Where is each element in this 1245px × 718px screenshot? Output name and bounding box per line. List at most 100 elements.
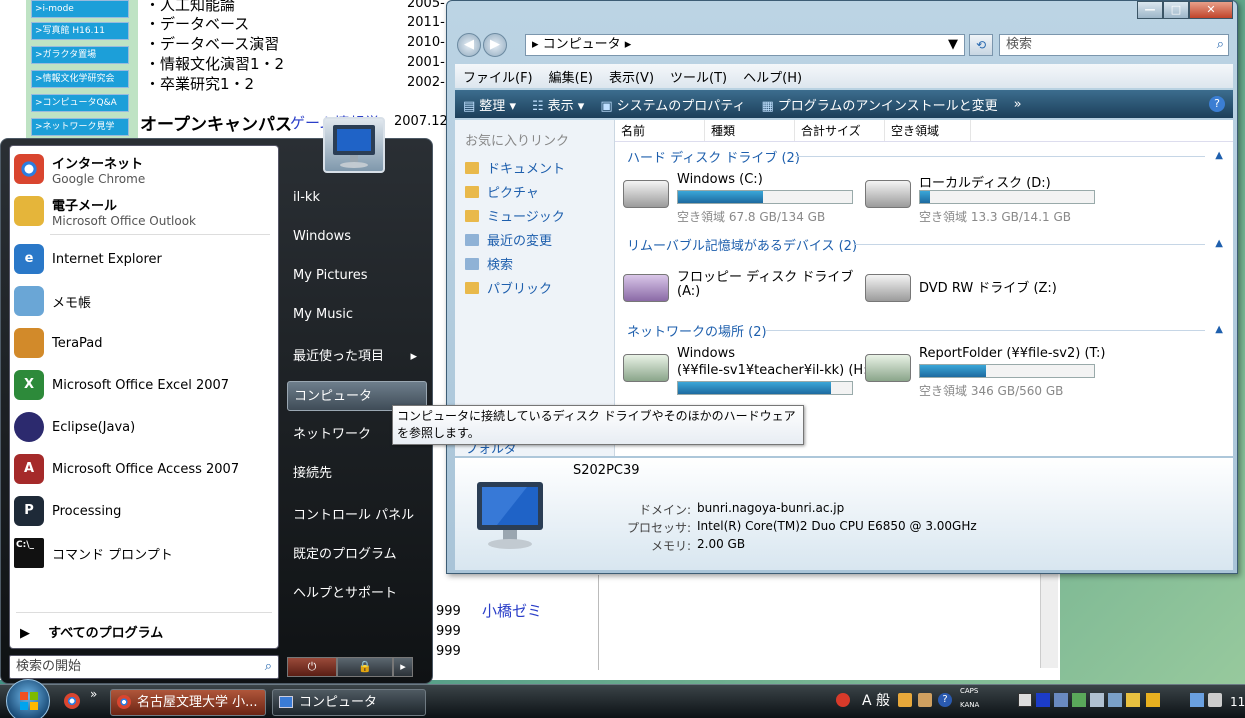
clock[interactable]: 11: [1230, 695, 1245, 709]
bg-seminar-link[interactable]: 小橋ゼミ: [482, 600, 542, 621]
system-properties-button[interactable]: ▣ システムのプロパティ: [592, 95, 753, 114]
power-button[interactable]: ⏻: [287, 657, 337, 677]
start-search-input[interactable]: 検索の開始 ⌕: [9, 655, 279, 679]
collapse-icon[interactable]: ▲: [1215, 324, 1223, 335]
pinned-email[interactable]: 電子メール Microsoft Office Outlook: [14, 192, 274, 230]
tray-network-icon[interactable]: [1054, 693, 1068, 707]
drive-c[interactable]: Windows (C:) 空き領域 67.8 GB/134 GB: [623, 172, 863, 226]
column-free-space[interactable]: 空き領域: [885, 120, 971, 141]
network-status-icon[interactable]: [1190, 693, 1204, 707]
caps-indicator: CAPS: [960, 687, 979, 695]
drive-t[interactable]: ReportFolder (¥¥file-sv2) (T:) 空き領域 346 …: [865, 346, 1105, 400]
column-name[interactable]: 名前: [615, 120, 705, 141]
bg-nav-link[interactable]: >写真館 H16.11: [31, 22, 129, 40]
forward-button[interactable]: ▶: [483, 33, 507, 57]
start-right-windows[interactable]: Windows: [287, 222, 427, 252]
shutdown-options-button[interactable]: ▸: [393, 657, 413, 677]
drive-d[interactable]: ローカルディスク (D:) 空き領域 13.3 GB/14.1 GB: [865, 172, 1105, 226]
start-right-control-panel[interactable]: コントロール パネル: [287, 501, 427, 531]
chrome-quicklaunch-icon[interactable]: [64, 693, 80, 709]
taskbar-button-browser[interactable]: 名古屋文理大学 小...: [110, 689, 266, 716]
bg-nav-link[interactable]: >ネットワーク見学: [31, 118, 129, 136]
menu-help[interactable]: ヘルプ(H): [735, 67, 810, 86]
ime-mode[interactable]: A 般: [862, 690, 890, 710]
organize-button[interactable]: ▤ 整理 ▾: [455, 95, 524, 114]
bg-nav-link[interactable]: >i-mode: [31, 0, 129, 18]
recent-program[interactable]: P Processing: [14, 492, 274, 530]
collapse-icon[interactable]: ▲: [1215, 150, 1223, 161]
close-button[interactable]: ✕: [1189, 1, 1233, 19]
tray-security-icon[interactable]: [1072, 693, 1086, 707]
favorite-music[interactable]: ミュージック: [465, 206, 565, 225]
volume-icon[interactable]: [1208, 693, 1222, 707]
drive-h[interactable]: Windows (¥¥file-sv1¥teacher¥il-kk) (H:): [623, 346, 873, 400]
recent-program[interactable]: X Microsoft Office Excel 2007: [14, 366, 274, 404]
ime-tool-icon[interactable]: [918, 693, 932, 707]
search-icon[interactable]: ⌕: [1217, 35, 1224, 55]
search-placeholder: 検索: [1006, 37, 1033, 52]
refresh-button[interactable]: ⟲: [969, 34, 993, 56]
language-bar-icon[interactable]: [836, 693, 850, 707]
drive-a[interactable]: フロッピー ディスク ドライブ (A:): [623, 266, 863, 312]
bg-nav-link[interactable]: >情報文化学研究会: [31, 70, 129, 88]
breadcrumb[interactable]: ▸ コンピュータ ▸: [532, 37, 631, 52]
help-icon[interactable]: ?: [1209, 96, 1225, 112]
recent-program[interactable]: Eclipse(Java): [14, 408, 274, 446]
favorite-search[interactable]: 検索: [465, 254, 513, 273]
start-right-user[interactable]: il-kk: [287, 183, 427, 213]
group-header-hdd[interactable]: ハード ディスク ドライブ (2): [627, 147, 800, 166]
ime-dictionary-icon[interactable]: [898, 693, 912, 707]
tray-device-icon[interactable]: [1090, 693, 1104, 707]
quicklaunch-chevron[interactable]: »: [90, 687, 97, 701]
recent-program[interactable]: e Internet Explorer: [14, 240, 274, 278]
address-bar[interactable]: ▸ コンピュータ ▸ ▼: [525, 34, 965, 56]
start-right-music[interactable]: My Music: [287, 300, 427, 330]
recent-program[interactable]: A Microsoft Office Access 2007: [14, 450, 274, 488]
recent-program[interactable]: メモ帳: [14, 282, 274, 320]
maximize-button[interactable]: □: [1163, 1, 1189, 19]
drive-z[interactable]: DVD RW ドライブ (Z:): [865, 266, 1105, 312]
tray-folder-icon[interactable]: [1126, 693, 1140, 707]
start-right-connect[interactable]: 接続先: [287, 459, 427, 489]
bg-nav-link[interactable]: >ガラクタ置場: [31, 46, 129, 64]
column-total-size[interactable]: 合計サイズ: [795, 120, 885, 141]
taskbar-button-computer[interactable]: コンピュータ: [272, 689, 426, 716]
menu-file[interactable]: ファイル(F): [455, 67, 541, 86]
uninstall-button[interactable]: ▦ プログラムのアンインストールと変更: [753, 95, 1005, 114]
all-programs-button[interactable]: ▶ すべてのプログラム: [20, 622, 163, 641]
start-right-pictures[interactable]: My Pictures: [287, 261, 427, 291]
search-icon[interactable]: ⌕: [265, 656, 272, 678]
group-header-removable[interactable]: リムーバブル記憶域があるデバイス (2): [627, 235, 857, 254]
user-picture[interactable]: [323, 117, 385, 173]
ime-help-icon[interactable]: ?: [938, 693, 952, 707]
bg-nav-link[interactable]: >コンピュータQ&A: [31, 94, 129, 112]
minimize-button[interactable]: —: [1137, 1, 1163, 19]
tray-shield-icon[interactable]: [1146, 693, 1160, 707]
favorite-recent[interactable]: 最近の変更: [465, 230, 552, 249]
column-type[interactable]: 種類: [705, 120, 795, 141]
more-commands-button[interactable]: »: [1006, 97, 1030, 112]
tray-app-icon[interactable]: [1018, 693, 1032, 707]
group-header-network[interactable]: ネットワークの場所 (2): [627, 321, 767, 340]
start-right-recent[interactable]: 最近使った項目 ▸: [287, 342, 427, 372]
back-button[interactable]: ◀: [457, 33, 481, 57]
collapse-icon[interactable]: ▲: [1215, 238, 1223, 249]
recent-program[interactable]: TeraPad: [14, 324, 274, 362]
chevron-down-icon[interactable]: ▼: [948, 35, 958, 55]
lock-button[interactable]: 🔒: [337, 657, 393, 677]
tray-sync-icon[interactable]: [1108, 693, 1122, 707]
view-button[interactable]: ☷ 表示 ▾: [524, 95, 592, 114]
favorite-documents[interactable]: ドキュメント: [465, 158, 565, 177]
favorite-public[interactable]: パブリック: [465, 278, 552, 297]
recent-program[interactable]: C:\_ コマンド プロンプト: [14, 534, 274, 572]
tray-media-icon[interactable]: [1036, 693, 1050, 707]
menu-edit[interactable]: 編集(E): [541, 67, 601, 86]
pinned-internet[interactable]: インターネット Google Chrome: [14, 150, 274, 188]
menu-tools[interactable]: ツール(T): [662, 67, 735, 86]
start-button[interactable]: [6, 679, 50, 718]
start-right-help[interactable]: ヘルプとサポート: [287, 579, 427, 609]
start-right-default-programs[interactable]: 既定のプログラム: [287, 540, 427, 570]
search-input[interactable]: 検索 ⌕: [999, 34, 1229, 56]
menu-view[interactable]: 表示(V): [601, 67, 662, 86]
favorite-pictures[interactable]: ピクチャ: [465, 182, 539, 201]
